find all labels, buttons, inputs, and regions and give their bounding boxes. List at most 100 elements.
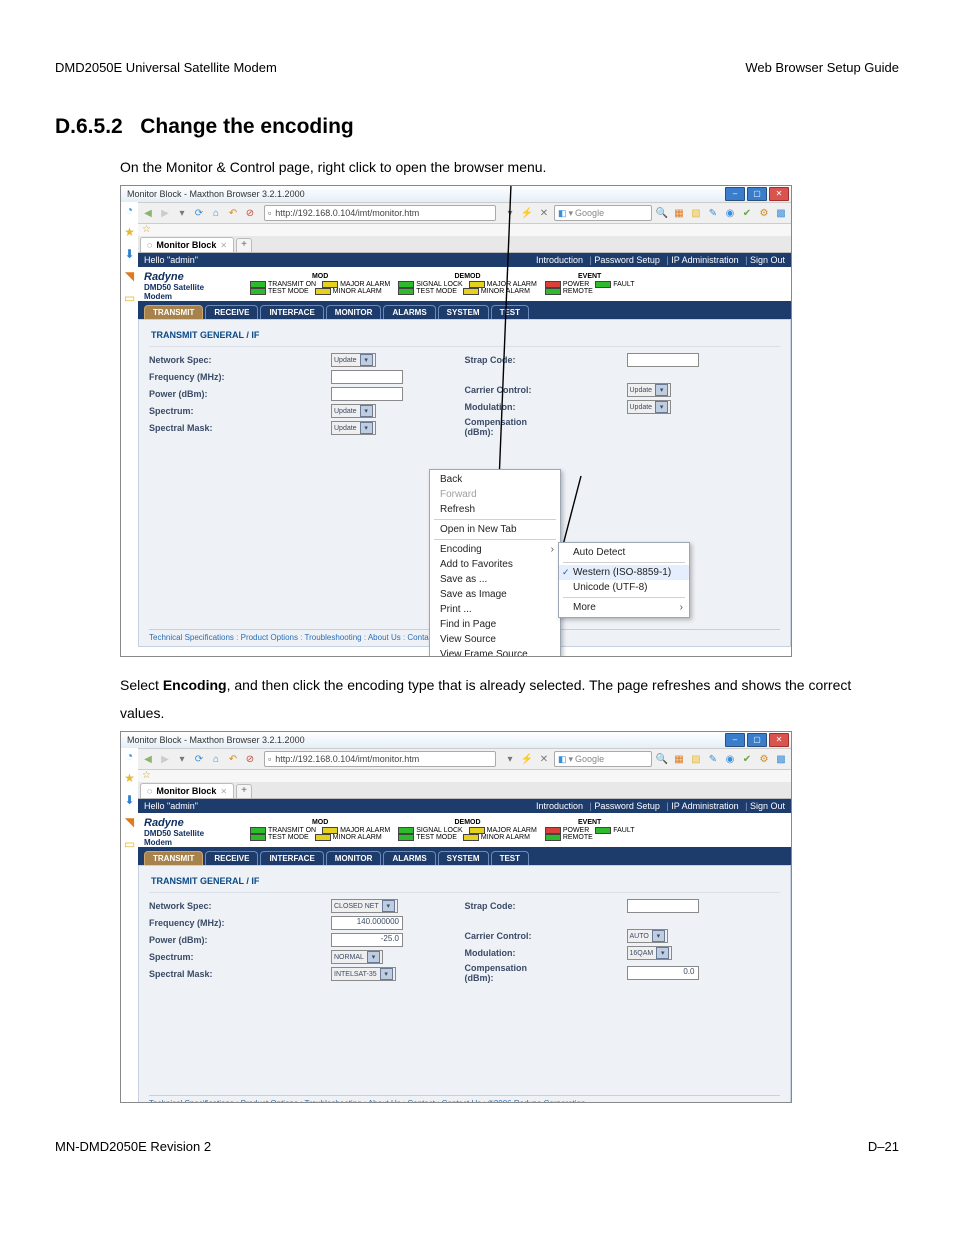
dropdown-icon[interactable]: ▾ xyxy=(656,947,669,959)
footer-link[interactable]: Contact Us xyxy=(435,1099,481,1103)
search-icon[interactable]: 🔍 xyxy=(655,752,669,766)
window-minimize-icon[interactable]: – xyxy=(725,733,745,747)
go-icon[interactable]: ⚡ xyxy=(520,206,534,220)
forward-icon[interactable]: ▶ xyxy=(158,752,172,766)
footer-link[interactable]: ©2006 Radyne Corporation xyxy=(481,1099,585,1103)
text-input[interactable] xyxy=(331,387,403,401)
tool-icon-2[interactable]: ▧ xyxy=(689,752,703,766)
tool-icon-7[interactable]: ▩ xyxy=(774,752,788,766)
stop-icon[interactable]: ⊘ xyxy=(243,206,257,220)
nav-tab-test[interactable]: TEST xyxy=(491,305,529,319)
footer-link[interactable]: Technical Specifications xyxy=(149,1099,234,1103)
text-input[interactable] xyxy=(331,370,403,384)
side-icon-downloads[interactable]: ⬇ xyxy=(123,793,137,807)
dropdown-icon[interactable]: ▾ xyxy=(655,401,668,413)
footer-link[interactable]: About Us xyxy=(362,633,401,642)
submenu-item[interactable]: Unicode (UTF-8) xyxy=(559,580,689,595)
nav-tab-monitor[interactable]: MONITOR xyxy=(326,305,382,319)
footer-link[interactable]: Product Options xyxy=(234,1099,298,1103)
nav-tab-test[interactable]: TEST xyxy=(491,851,529,865)
side-icon-rss[interactable]: ◥ xyxy=(123,269,137,283)
tool-icon-5[interactable]: ✔ xyxy=(740,206,754,220)
menu-item[interactable]: Back xyxy=(430,472,560,487)
footer-link[interactable]: Troubleshooting xyxy=(298,1099,362,1103)
tool-icon-1[interactable]: ▦ xyxy=(672,206,686,220)
tool-icon-5[interactable]: ✔ xyxy=(740,752,754,766)
nav-tab-system[interactable]: SYSTEM xyxy=(438,305,489,319)
select-control[interactable]: Update▾ xyxy=(331,421,376,435)
select-control[interactable]: Update▾ xyxy=(627,383,672,397)
text-input[interactable] xyxy=(627,353,699,367)
link-sign-out[interactable]: Sign Out xyxy=(745,255,785,265)
select-control[interactable]: Update▾ xyxy=(331,404,376,418)
addr-dropdown-icon[interactable]: ▾ xyxy=(503,206,517,220)
tool-icon-4[interactable]: ◉ xyxy=(723,206,737,220)
window-maximize-icon[interactable]: ▢ xyxy=(747,733,767,747)
search-icon[interactable]: 🔍 xyxy=(655,206,669,220)
dropdown-icon[interactable]: ▾ xyxy=(360,354,373,366)
select-control[interactable]: Update▾ xyxy=(331,353,376,367)
nav-tab-receive[interactable]: RECEIVE xyxy=(205,851,258,865)
tool-icon-6[interactable]: ⚙ xyxy=(757,752,771,766)
dropdown-icon[interactable]: ▾ xyxy=(655,384,668,396)
dropdown-icon[interactable]: ▾ xyxy=(380,968,393,980)
menu-item[interactable]: Open in New Tab xyxy=(430,522,560,537)
side-icon-logo[interactable]: ◔ xyxy=(123,203,137,217)
submenu-item[interactable]: More xyxy=(559,600,689,615)
browser-tab-active[interactable]: ◌ Monitor Block ✕ xyxy=(140,237,234,252)
text-input[interactable]: -25.0 xyxy=(331,933,403,947)
menu-item[interactable]: Find in Page xyxy=(430,617,560,632)
menu-item[interactable]: Forward xyxy=(430,487,560,502)
nav-tab-transmit[interactable]: TRANSMIT xyxy=(144,851,203,865)
home-icon[interactable]: ⌂ xyxy=(209,206,223,220)
nav-tab-interface[interactable]: INTERFACE xyxy=(260,305,323,319)
window-close-icon[interactable]: ✕ xyxy=(769,733,789,747)
browser-tab-active[interactable]: ◌ Monitor Block ✕ xyxy=(140,783,234,798)
text-input[interactable] xyxy=(627,899,699,913)
select-control[interactable]: INTELSAT-35▾ xyxy=(331,967,396,981)
menu-item[interactable]: Save as ... xyxy=(430,572,560,587)
tool-icon-3[interactable]: ✎ xyxy=(706,206,720,220)
stop2-icon[interactable]: ✕ xyxy=(537,752,551,766)
search-box[interactable]: ◧ ▾ Google xyxy=(554,751,652,767)
submenu-item[interactable]: Auto Detect xyxy=(559,545,689,560)
menu-item[interactable]: Print ... xyxy=(430,602,560,617)
side-icon-downloads[interactable]: ⬇ xyxy=(123,247,137,261)
menu-item[interactable]: EncodingAuto DetectWestern (ISO-8859-1)U… xyxy=(430,542,560,557)
menu-item[interactable]: View Source xyxy=(430,632,560,647)
link-introduction[interactable]: Introduction xyxy=(536,801,583,811)
dropdown-icon[interactable]: ▾ xyxy=(360,422,373,434)
select-control[interactable]: AUTO▾ xyxy=(627,929,668,943)
dropdown-icon[interactable]: ▾ xyxy=(360,405,373,417)
tool-icon-6[interactable]: ⚙ xyxy=(757,206,771,220)
footer-link[interactable]: Product Options xyxy=(234,633,298,642)
tab-close-icon[interactable]: ✕ xyxy=(220,787,227,796)
select-control[interactable]: Update▾ xyxy=(627,400,672,414)
dropdown-nav-icon[interactable]: ▾ xyxy=(175,752,189,766)
tool-icon-7[interactable]: ▩ xyxy=(774,206,788,220)
tool-icon-2[interactable]: ▧ xyxy=(689,206,703,220)
nav-tab-transmit[interactable]: TRANSMIT xyxy=(144,305,203,319)
home-icon[interactable]: ⌂ xyxy=(209,752,223,766)
search-box[interactable]: ◧ ▾ Google xyxy=(554,205,652,221)
back-icon[interactable]: ◀ xyxy=(141,206,155,220)
submenu-item[interactable]: Western (ISO-8859-1) xyxy=(559,565,689,580)
stop-icon[interactable]: ⊘ xyxy=(243,752,257,766)
nav-tab-interface[interactable]: INTERFACE xyxy=(260,851,323,865)
undo-icon[interactable]: ↶ xyxy=(226,206,240,220)
refresh-icon[interactable]: ⟳ xyxy=(192,752,206,766)
side-icon-notes[interactable]: ▭ xyxy=(123,837,137,851)
nav-tab-alarms[interactable]: ALARMS xyxy=(383,851,435,865)
nav-tab-receive[interactable]: RECEIVE xyxy=(205,305,258,319)
side-icon-favorites[interactable]: ★ xyxy=(123,225,137,239)
new-tab-button[interactable]: + xyxy=(236,784,252,798)
text-input[interactable]: 140.000000 xyxy=(331,916,403,930)
nav-tab-alarms[interactable]: ALARMS xyxy=(383,305,435,319)
side-icon-favorites[interactable]: ★ xyxy=(123,771,137,785)
menu-item[interactable]: View Frame Source xyxy=(430,647,560,657)
dropdown-icon[interactable]: ▾ xyxy=(652,930,665,942)
nav-tab-system[interactable]: SYSTEM xyxy=(438,851,489,865)
addr-dropdown-icon[interactable]: ▾ xyxy=(503,752,517,766)
footer-link[interactable]: Troubleshooting xyxy=(298,633,362,642)
footer-link[interactable]: Technical Specifications xyxy=(149,633,234,642)
